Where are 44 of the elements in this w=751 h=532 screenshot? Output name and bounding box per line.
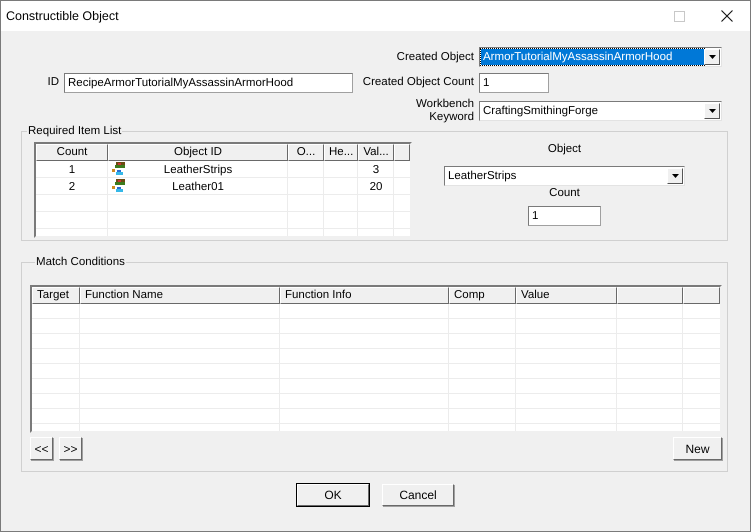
- column-header[interactable]: O...: [288, 144, 324, 161]
- column-header[interactable]: Val...: [358, 144, 394, 161]
- column-header[interactable]: [617, 287, 683, 304]
- window-title: Constructible Object: [6, 9, 120, 23]
- previous-button[interactable]: <<: [30, 437, 53, 460]
- count-input-field[interactable]: 1: [479, 72, 549, 92]
- object-dropdown[interactable]: LeatherStrips: [444, 166, 685, 186]
- field-label: Created Object Count: [362, 75, 474, 90]
- cancel-button[interactable]: Cancel: [382, 484, 454, 506]
- column-header[interactable]: Count: [36, 144, 108, 161]
- column-header[interactable]: [394, 144, 410, 161]
- count-input-field[interactable]: 1: [528, 206, 601, 226]
- column-header[interactable]: Object ID: [108, 144, 288, 161]
- id-input-field[interactable]: RecipeArmorTutorialMyAssassinArmorHood: [64, 72, 353, 92]
- conditions-table[interactable]: Target Function Name Function Info Comp Value: [30, 285, 722, 433]
- group-label: Required Item List: [27, 125, 122, 137]
- column-header[interactable]: [683, 287, 720, 304]
- created-object-dropdown[interactable]: ArmorTutorialMyAssassinArmorHood: [479, 47, 722, 67]
- field-label: Count: [549, 186, 580, 201]
- table-cell: Leather01: [172, 180, 224, 192]
- close-icon[interactable]: [721, 10, 733, 22]
- column-header[interactable]: Value: [516, 287, 617, 304]
- field-label: Created Object: [396, 50, 474, 64]
- ok-button[interactable]: OK: [297, 484, 369, 506]
- group-label: Match Conditions: [35, 256, 126, 268]
- field-label: Object: [548, 142, 582, 157]
- table-cell: 1: [68, 164, 76, 176]
- workbench-keyword-dropdown[interactable]: CraftingSmithingForge: [479, 101, 722, 121]
- column-header[interactable]: Target: [32, 287, 80, 304]
- field-label: Workbench Keyword: [415, 98, 474, 124]
- column-header[interactable]: He...: [324, 144, 358, 161]
- required-item-list[interactable]: Count Object ID O... He... Val... 1 LeatherStrips 3 2 Leather01 20: [34, 142, 412, 238]
- table-cell: 3: [372, 164, 380, 176]
- table-cell: 2: [68, 180, 76, 192]
- item-icon: [111, 178, 127, 194]
- new-button[interactable]: New: [673, 437, 722, 460]
- table-cell: 20: [370, 180, 382, 192]
- field-label: ID: [46, 75, 59, 90]
- column-header[interactable]: Function Name: [80, 287, 280, 304]
- column-header[interactable]: Function Info: [280, 287, 449, 304]
- item-icon: [111, 161, 127, 177]
- next-button[interactable]: >>: [59, 437, 82, 460]
- table-cell: LeatherStrips: [164, 164, 232, 176]
- column-header[interactable]: Comp: [449, 287, 516, 304]
